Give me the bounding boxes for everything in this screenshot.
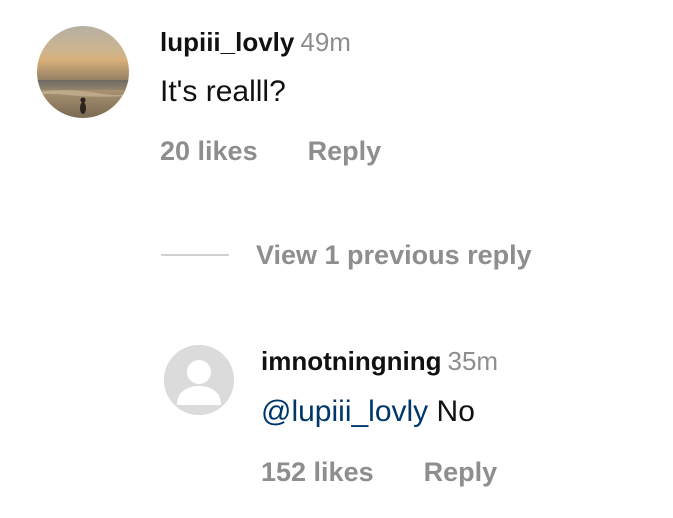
reply-body: No bbox=[436, 395, 475, 428]
reply-header: imnotningning 35m bbox=[261, 345, 498, 377]
reply-username[interactable]: imnotningning bbox=[261, 346, 442, 376]
thread-divider bbox=[161, 254, 229, 256]
comment-likes[interactable]: 20 likes bbox=[160, 134, 258, 168]
reply-avatar[interactable] bbox=[164, 345, 234, 415]
beach-sunset-avatar-image bbox=[37, 26, 129, 118]
comment-time: 49m bbox=[300, 27, 351, 57]
comment-reply-button[interactable]: Reply bbox=[308, 134, 382, 168]
comment-username[interactable]: lupiii_lovly bbox=[160, 27, 294, 57]
comment-header: lupiii_lovly 49m bbox=[160, 26, 351, 58]
reply-text: @lupiii_lovly No bbox=[261, 393, 475, 431]
reply-reply-button[interactable]: Reply bbox=[424, 455, 498, 489]
comment-text: It's realll? bbox=[160, 75, 286, 108]
reply-mention-link[interactable]: @lupiii_lovly bbox=[261, 395, 428, 428]
view-previous-replies-button[interactable]: View 1 previous reply bbox=[256, 238, 532, 272]
default-user-icon bbox=[164, 345, 234, 415]
comment-actions: 20 likes Reply bbox=[160, 134, 381, 168]
reply-likes[interactable]: 152 likes bbox=[261, 455, 374, 489]
avatar[interactable] bbox=[37, 26, 129, 118]
reply-time: 35m bbox=[447, 346, 499, 376]
reply-actions: 152 likes Reply bbox=[261, 455, 497, 489]
